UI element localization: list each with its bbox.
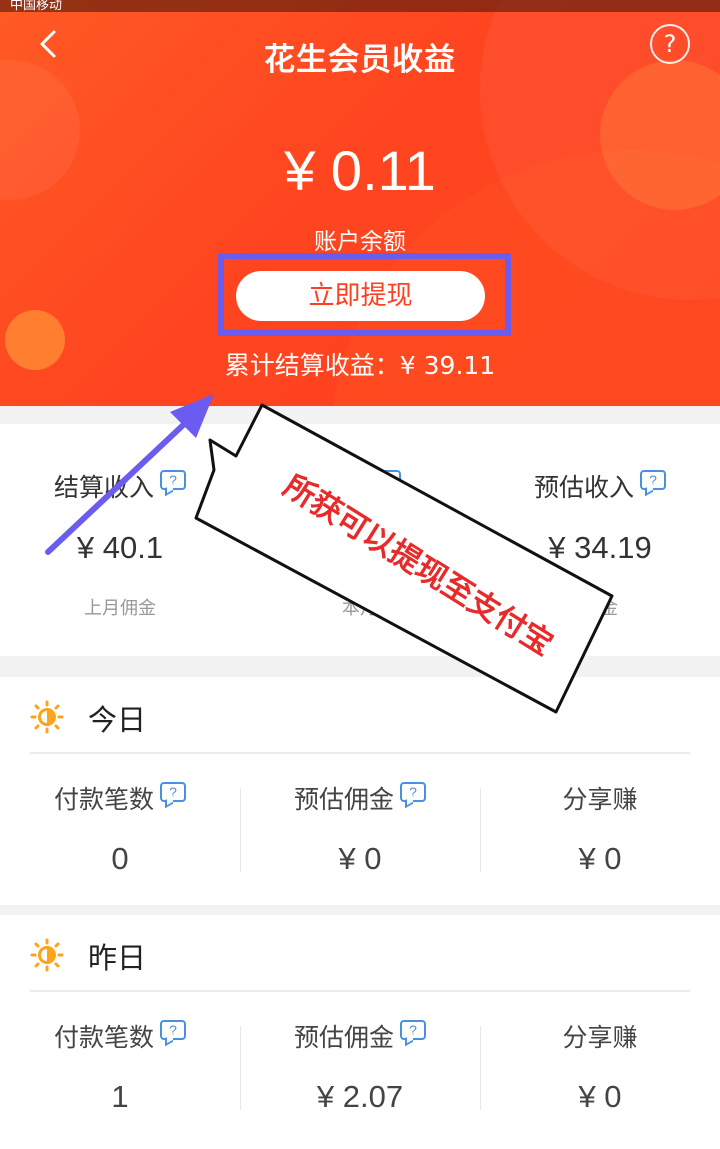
sun-icon [30,938,64,972]
metric-label: 分享赚 [562,785,638,814]
estimated-commission[interactable]: 预估佣金? ¥ 2.07 [240,992,480,1142]
help-bubble-icon[interactable]: ? [160,470,186,490]
carrier-name: 中国移动 [10,0,63,12]
metric-label: 预估佣金 [293,1023,394,1052]
yesterday-section: 昨日 付款笔数? 1 预估佣金? ¥ 2.07 分享赚 ¥ 0 [0,915,720,1149]
payment-count[interactable]: 付款笔数? 1 [0,992,240,1142]
section-title: 昨日 [88,941,147,975]
help-bubble-icon[interactable]: ? [160,1020,186,1040]
help-bubble-icon[interactable]: ? [400,1020,426,1040]
help-bubble-icon[interactable]: ? [400,782,426,802]
question-icon: ? [663,30,677,58]
stat-value: ¥ 34.19 [548,530,652,565]
metric-label: 预估佣金 [293,785,394,814]
page-title: 花生会员收益 [264,42,456,78]
help-button[interactable]: ? [650,24,690,64]
metric-value: 1 [111,1079,129,1114]
account-balance: ¥ 0.11 [284,139,436,202]
metric-label: 付款笔数 [53,785,154,814]
today-section: 今日 付款笔数? 0 预估佣金? ¥ 0 分享赚 ¥ 0 [0,677,720,905]
metric-label: 付款笔数 [53,1023,154,1052]
stat-label: 结算收入 [53,473,154,502]
help-bubble-icon[interactable]: ? [640,470,666,490]
section-title: 今日 [88,703,147,737]
payment-count[interactable]: 付款笔数? 0 [0,754,240,904]
metric-value: ¥ 0 [578,1079,622,1114]
status-bar: 中国移动 [0,0,720,12]
section-header: 昨日 [0,915,720,991]
metric-value: ¥ 0 [578,841,622,876]
help-bubble-icon[interactable]: ? [375,470,401,490]
metric-value: ¥ 0 [338,841,382,876]
stat-settled-income[interactable]: 结算收入? ¥ 40.1 上月佣金 [0,424,240,656]
section-header: 今日 [0,677,720,753]
metric-value: ¥ 2.07 [316,1079,404,1114]
earnings-header: 中国移动 花生会员收益 ? ¥ 0.11 账户余额 立即提现 累计结算收益：¥ … [0,0,720,406]
sun-icon [30,700,64,734]
help-bubble-icon[interactable]: ? [160,782,186,802]
cumulative-earnings: 累计结算收益：¥ 39.11 [224,351,496,380]
stat-caption: 上月佣金 [84,598,156,619]
stat-label: 预估收入 [533,473,634,502]
metric-value: 0 [111,841,129,876]
stat-value: ¥ 40.1 [76,530,164,565]
balance-label: 账户余额 [314,229,406,255]
metric-label: 分享赚 [562,1023,638,1052]
withdraw-button[interactable]: 立即提现 [236,271,485,321]
estimated-commission[interactable]: 预估佣金? ¥ 0 [240,754,480,904]
share-earnings[interactable]: 分享赚 ¥ 0 [480,992,720,1142]
share-earnings[interactable]: 分享赚 ¥ 0 [480,754,720,904]
